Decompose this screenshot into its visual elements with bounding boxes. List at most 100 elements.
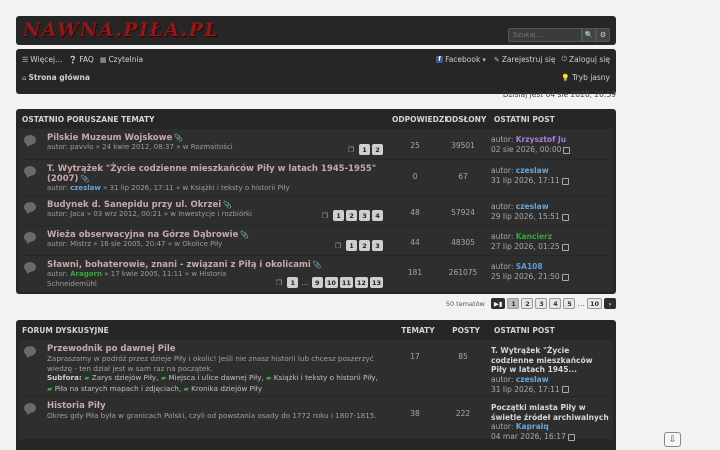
topic-pagination: ❐ 1 2 3 [335, 240, 383, 251]
topic-page-link[interactable]: 12 [354, 277, 368, 288]
forum-last-post-title[interactable]: T. Wytrążek "Życie codzienne mieszkańców… [491, 346, 609, 375]
nav-register[interactable]: ✎ Zarejestruj się [494, 55, 556, 64]
pagination-page-2[interactable]: 2 [521, 298, 534, 309]
meta-separator: » [176, 143, 181, 151]
topic-page-link[interactable]: 11 [339, 277, 353, 288]
pagination-next-button[interactable]: › [604, 298, 616, 309]
recent-topics-panel: OSTATNIO PORUSZANE TEMATY ODPOWIEDZI ODS… [16, 109, 616, 294]
topic-forum-link[interactable]: Książki i teksty o historii Piły [190, 184, 289, 192]
goto-post-icon[interactable] [561, 213, 569, 221]
col-last-post: OSTATNI POST [494, 114, 555, 124]
last-post-date-line: 02 sie 2026, 00:00 [491, 145, 609, 155]
pencil-icon: ✎ [493, 55, 500, 64]
topic-date: 24 kwie 2012, 08:37 [102, 143, 174, 151]
goto-post-icon[interactable] [561, 243, 569, 251]
search-button[interactable]: 🔍 [582, 28, 596, 42]
forum-read-icon [24, 346, 36, 358]
forum-last-post-title[interactable]: Początki miasta Piły w świetle źródeł ar… [491, 403, 609, 422]
forum-last-date: 04 mar 2026, 16:17 [491, 432, 566, 441]
topic-page-link[interactable]: 2 [359, 240, 370, 251]
last-post-author[interactable]: czeslaw [516, 166, 549, 175]
topic-author[interactable]: Mistrz [70, 240, 91, 248]
topic-page-link[interactable]: 4 [372, 210, 383, 221]
pages-icon: ❐ [321, 211, 328, 220]
theme-toggle-label: Tryb jasny [572, 73, 610, 82]
subforum-link[interactable]: Miejsca i ulice dawnej Piły, [168, 373, 263, 382]
pagination-page-3[interactable]: 3 [535, 298, 548, 309]
topic-page-link[interactable]: 1 [346, 240, 357, 251]
recent-topics-title[interactable]: OSTATNIO PORUSZANE TEMATY [22, 115, 392, 124]
nav-login[interactable]: ⏻ Zaloguj się [561, 55, 610, 64]
forum-posts-count: 222 [455, 409, 471, 418]
last-post-author-line: autor: czeslaw [491, 202, 609, 212]
topic-author[interactable]: Aragorn [70, 270, 102, 278]
nav-faq[interactable]: ❔ FAQ [69, 55, 94, 64]
topic-icon-cell [19, 256, 41, 292]
topic-author[interactable]: Jaca [70, 210, 85, 218]
advanced-search-button[interactable]: ⚙ [596, 28, 610, 42]
last-post-author[interactable]: Kancierz [516, 232, 552, 241]
pagination-page-5[interactable]: 5 [563, 298, 576, 309]
topic-page-link[interactable]: 3 [359, 210, 370, 221]
goto-post-icon[interactable] [561, 177, 569, 185]
scroll-to-top-button[interactable]: ⇩ [664, 432, 681, 447]
topic-page-link[interactable]: 1 [333, 210, 344, 221]
pagination-page-1[interactable]: 1 [507, 298, 520, 309]
topic-forum-link[interactable]: Rozmaitości [191, 143, 233, 151]
pagination-jump-icon[interactable]: ▶▮ [490, 298, 506, 309]
topic-read-icon [24, 202, 36, 214]
site-logo[interactable]: NAWNA.PIŁA.PL [23, 19, 219, 41]
topic-author[interactable]: czeslaw [70, 184, 101, 192]
topic-page-link[interactable]: 2 [372, 144, 383, 155]
topic-page-link[interactable]: 9 [311, 277, 323, 288]
last-post-author[interactable]: Krzysztof Ju [516, 135, 566, 144]
forum-title[interactable]: Przewodnik po dawnej Pile [47, 344, 385, 354]
topic-page-link[interactable]: 10 [324, 277, 338, 288]
nav-facebook[interactable]: f Facebook ▾ [436, 55, 488, 64]
forum-title[interactable]: Historia Piły [47, 401, 385, 411]
topic-date: 17 kwie 2005, 11:11 [110, 270, 183, 278]
forum-last-date-line: 04 mar 2026, 16:17 [491, 432, 609, 442]
forum-last-author-label: autor: [491, 422, 514, 431]
topic-date: 03 wrz 2012, 00:21 [93, 210, 162, 218]
theme-toggle[interactable]: 💡 Tryb jasny [561, 73, 610, 82]
topic-page-link[interactable]: 3 [372, 240, 383, 251]
topic-title-line: Pilskie Muzeum Wojskowe 📎 [47, 133, 385, 143]
col-topics: TEMATY [401, 325, 435, 335]
goto-post-icon[interactable] [563, 146, 571, 154]
search-input[interactable] [508, 28, 582, 42]
pages-icon: ❐ [347, 145, 354, 154]
last-post-author[interactable]: czeslaw [516, 202, 549, 211]
topic-title[interactable]: Sławni, bohaterowie, znani - związani z … [47, 260, 311, 270]
subforum-link[interactable]: Piła na starych mapach i zdjęciach, [55, 384, 181, 393]
forum-last-author[interactable]: czeslaw [516, 375, 549, 384]
goto-post-icon[interactable] [561, 273, 569, 281]
pagination-page-10[interactable]: 10 [586, 298, 602, 309]
subforum-link[interactable]: Książki i teksty o historii Piły, [274, 373, 378, 382]
meta-in-label: w [191, 270, 198, 278]
nav-reading[interactable]: ▦ Czytelnia [100, 55, 143, 64]
subforum-link[interactable]: Zarys dziejów Piły, [92, 373, 159, 382]
goto-post-icon[interactable] [567, 433, 575, 441]
forums-title[interactable]: FORUM DYSKUSYJNE [22, 326, 392, 335]
forum-last-date: 31 lip 2026, 17:11 [491, 384, 560, 394]
breadcrumb-home[interactable]: ⌂ Strona główna [22, 73, 90, 82]
topic-title[interactable]: Pilskie Muzeum Wojskowe [47, 133, 172, 143]
goto-post-icon[interactable] [561, 386, 569, 393]
nav-more[interactable]: ☰ Więcej… [22, 55, 63, 64]
topic-forum-link[interactable]: Okolice Piły [182, 240, 222, 248]
topic-title[interactable]: Wieża obserwacyjna na Górze Dąbrowie [47, 230, 238, 240]
topic-page-link[interactable]: 13 [369, 277, 383, 288]
topic-title[interactable]: T. Wytrążek "Życie codzienne mieszkańców… [47, 164, 376, 184]
topic-author[interactable]: pavvlo [70, 143, 93, 151]
subforum-link[interactable]: Kronika dziejów Piły [191, 384, 262, 393]
topic-page-link[interactable]: 1 [287, 277, 299, 288]
last-post-author[interactable]: SA108 [516, 262, 543, 271]
topic-title[interactable]: Budynek d. Sanepidu przy ul. Okrzei [47, 200, 221, 210]
forum-last-author[interactable]: Kapralq [516, 422, 549, 431]
pagination-page-4[interactable]: 4 [549, 298, 562, 309]
meta-separator: » [95, 143, 100, 151]
topic-page-link[interactable]: 2 [346, 210, 357, 221]
topic-forum-link[interactable]: Inwestycje i rozbiórki [178, 210, 252, 218]
topic-page-link[interactable]: 1 [359, 144, 370, 155]
